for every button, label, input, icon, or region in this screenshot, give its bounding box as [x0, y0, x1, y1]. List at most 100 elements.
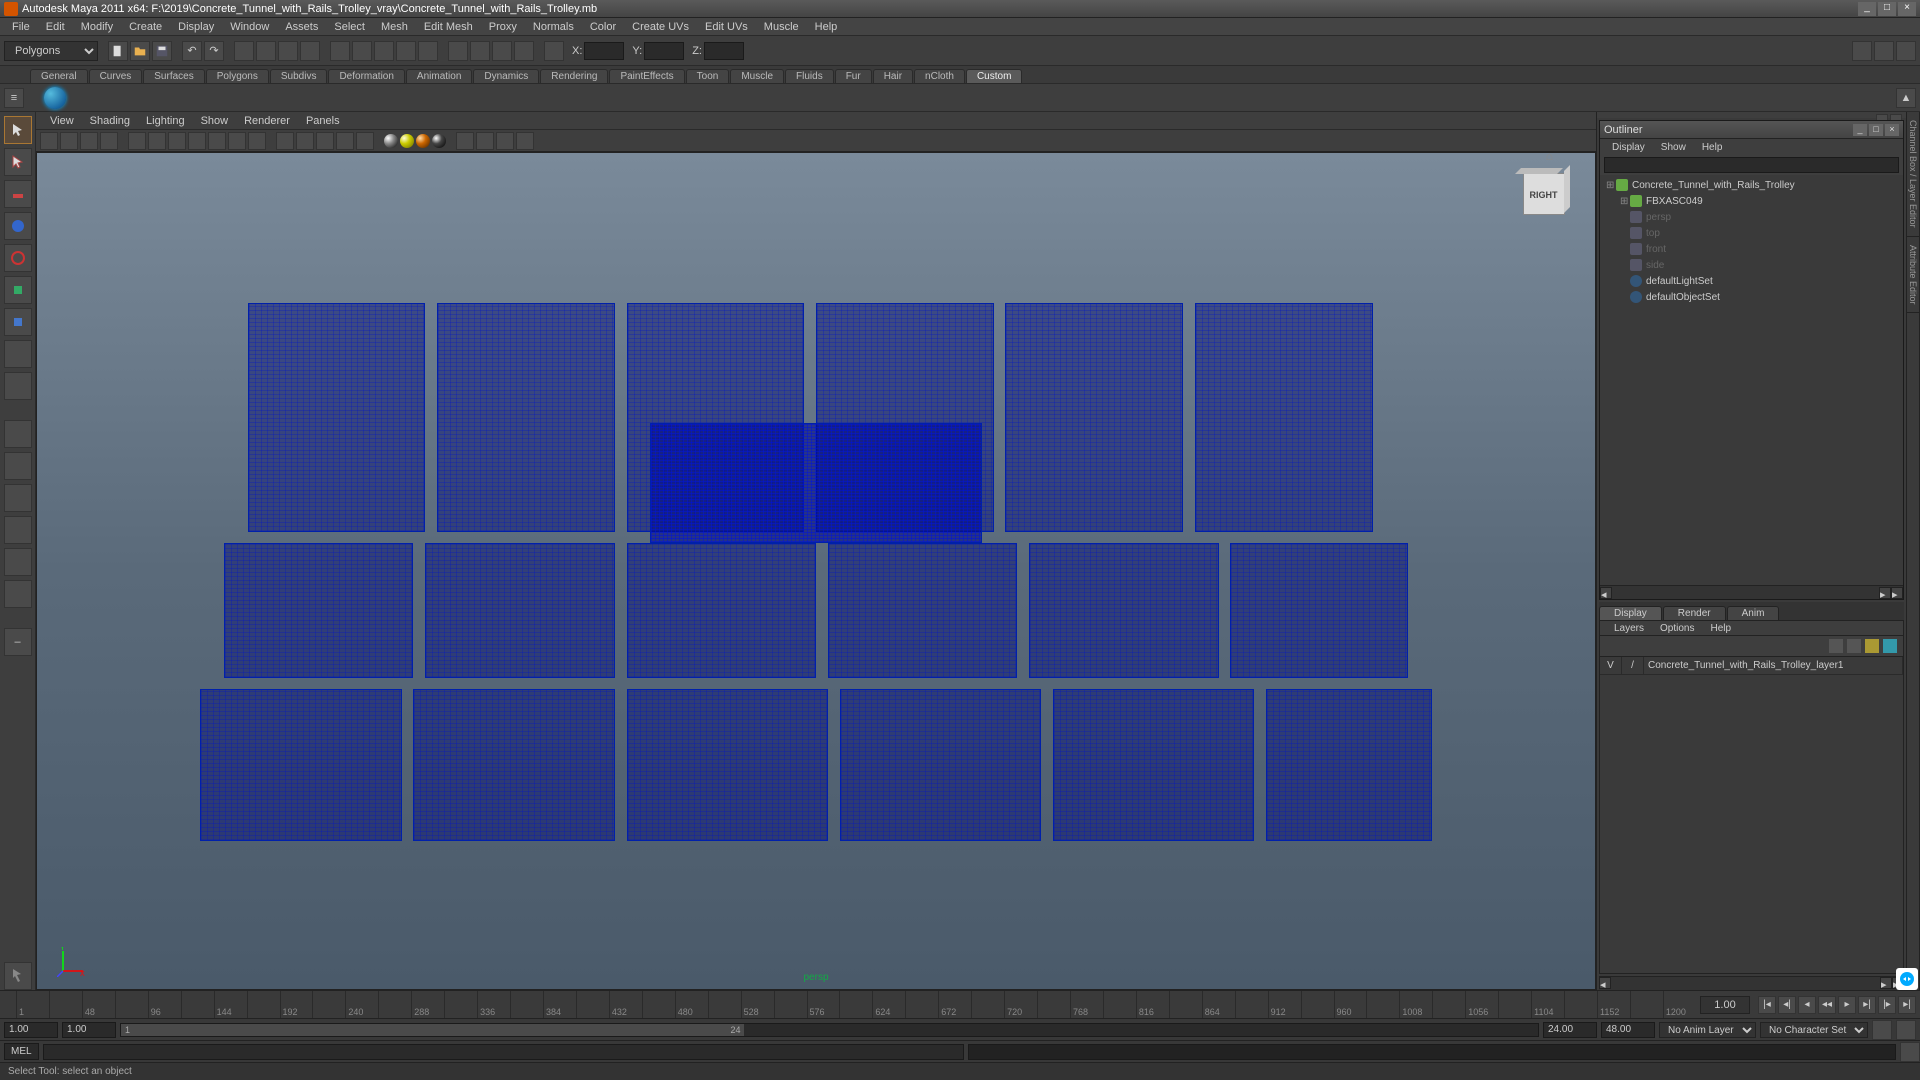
attribute-editor-tab[interactable]: Attribute Editor [1907, 237, 1919, 314]
shelf-tab-custom[interactable]: Custom [966, 69, 1022, 83]
expand-icon[interactable]: ⊞ [1606, 180, 1616, 191]
snap-live-button[interactable] [418, 41, 438, 61]
layer-menu-options[interactable]: Options [1652, 623, 1702, 634]
script-editor-button[interactable] [1900, 1042, 1920, 1062]
menu-create[interactable]: Create [121, 21, 170, 33]
snap-plane-button[interactable] [396, 41, 416, 61]
show-manip-tool[interactable] [4, 372, 32, 400]
menu-display[interactable]: Display [170, 21, 222, 33]
vt-expose[interactable] [516, 132, 534, 150]
shelf-tab-animation[interactable]: Animation [406, 69, 472, 83]
select-mask-button[interactable] [300, 41, 320, 61]
close-button[interactable]: × [1898, 2, 1916, 16]
playback-start-field[interactable] [62, 1022, 116, 1038]
redo-button[interactable]: ↷ [204, 41, 224, 61]
select-by-hierarchy-button[interactable] [234, 41, 254, 61]
shelf-tab-ncloth[interactable]: nCloth [914, 69, 965, 83]
layer-up-icon[interactable] [1865, 639, 1879, 653]
vt-bookmarks[interactable] [80, 132, 98, 150]
vt-gate-mask[interactable] [188, 132, 206, 150]
layer-down-icon[interactable] [1883, 639, 1897, 653]
lscroll-right[interactable]: ▸ [1880, 977, 1892, 989]
vt-use-all-lights[interactable] [336, 132, 354, 150]
z-field[interactable] [704, 42, 744, 60]
scroll-right-icon[interactable]: ▸ [1879, 587, 1891, 599]
outliner-node[interactable]: front [1602, 241, 1901, 257]
two-pane-side-layout[interactable] [4, 484, 32, 512]
shelf-tab-fur[interactable]: Fur [835, 69, 872, 83]
range-start-field[interactable] [4, 1022, 58, 1038]
expand-icon[interactable]: ⊞ [1620, 196, 1630, 207]
range-end-field[interactable] [1601, 1022, 1655, 1038]
shelf-tab-subdivs[interactable]: Subdivs [270, 69, 328, 83]
three-pane-layout[interactable] [4, 548, 32, 576]
time-slider[interactable]: 1489614419224028833638443248052857662467… [0, 990, 1920, 1018]
move-tool[interactable] [4, 212, 32, 240]
step-back-button[interactable]: ◂ [1798, 996, 1816, 1014]
layer-row[interactable]: V/Concrete_Tunnel_with_Rails_Trolley_lay… [1600, 657, 1903, 675]
select-by-object-button[interactable] [256, 41, 276, 61]
snap-curve-button[interactable] [352, 41, 372, 61]
sidebar-toggle-3[interactable] [1896, 41, 1916, 61]
sidebar-toggle-1[interactable] [1852, 41, 1872, 61]
playback-end-field[interactable] [1543, 1022, 1597, 1038]
prefs-button[interactable] [1896, 1020, 1916, 1040]
vt-light-default[interactable] [384, 134, 398, 148]
menu-edit-uvs[interactable]: Edit UVs [697, 21, 756, 33]
view-menu-lighting[interactable]: Lighting [138, 115, 193, 127]
layer-new-icon[interactable] [1829, 639, 1843, 653]
outliner-node[interactable]: side [1602, 257, 1901, 273]
undo-button[interactable]: ↶ [182, 41, 202, 61]
vt-resolution-gate[interactable] [168, 132, 186, 150]
shelf-tab-surfaces[interactable]: Surfaces [143, 69, 204, 83]
vt-isolate[interactable] [456, 132, 474, 150]
menu-muscle[interactable]: Muscle [756, 21, 807, 33]
outliner-tree[interactable]: ⊞Concrete_Tunnel_with_Rails_Trolley⊞FBXA… [1600, 175, 1903, 585]
layer-tab-anim[interactable]: Anim [1727, 606, 1780, 620]
lasso-tool[interactable] [4, 148, 32, 176]
x-field[interactable] [584, 42, 624, 60]
render-globals-button[interactable] [514, 41, 534, 61]
shelf-tab-general[interactable]: General [30, 69, 88, 83]
menu-edit-mesh[interactable]: Edit Mesh [416, 21, 481, 33]
vt-shadows[interactable] [356, 132, 374, 150]
view-menu-shading[interactable]: Shading [82, 115, 138, 127]
viewport[interactable]: ⌂ RIGHT Y X persp [36, 152, 1596, 990]
play-forward-button[interactable]: ▸ [1838, 996, 1856, 1014]
step-back-key-button[interactable]: ◂| [1778, 996, 1796, 1014]
menu-window[interactable]: Window [222, 21, 277, 33]
two-pane-stack-layout[interactable] [4, 516, 32, 544]
scroll-left-icon[interactable]: ◂ [1600, 587, 1612, 599]
maximize-button[interactable]: □ [1878, 2, 1896, 16]
shelf-tab-polygons[interactable]: Polygons [206, 69, 269, 83]
outliner-close[interactable]: × [1885, 124, 1899, 136]
menu-help[interactable]: Help [807, 21, 846, 33]
layer-visibility-toggle[interactable]: V [1600, 657, 1622, 674]
construction-history-button[interactable] [448, 41, 468, 61]
layer-display-type[interactable]: / [1622, 657, 1644, 674]
menu-select[interactable]: Select [326, 21, 373, 33]
menu-mesh[interactable]: Mesh [373, 21, 416, 33]
persp-outliner-layout[interactable] [4, 580, 32, 608]
outliner-node[interactable]: persp [1602, 209, 1901, 225]
shelf-tab-hair[interactable]: Hair [873, 69, 913, 83]
vt-xray-joints[interactable] [496, 132, 514, 150]
menu-proxy[interactable]: Proxy [481, 21, 525, 33]
channel-box-tab[interactable]: Channel Box / Layer Editor [1907, 112, 1919, 237]
y-field[interactable] [644, 42, 684, 60]
go-start-button[interactable]: |◂ [1758, 996, 1776, 1014]
shelf-tab-toon[interactable]: Toon [686, 69, 730, 83]
viewcube[interactable]: ⌂ RIGHT [1516, 165, 1571, 225]
vt-image-plane[interactable] [100, 132, 118, 150]
vt-select-camera[interactable] [40, 132, 58, 150]
shelf-scroll-up[interactable]: ▲ [1896, 88, 1916, 108]
vt-smooth-shade[interactable] [296, 132, 314, 150]
scale-tool[interactable] [4, 276, 32, 304]
menu-assets[interactable]: Assets [277, 21, 326, 33]
range-bar[interactable]: 1 24 [120, 1023, 1539, 1037]
vt-field-chart[interactable] [208, 132, 226, 150]
script-lang-button[interactable]: MEL [4, 1043, 39, 1060]
layer-hscroll[interactable]: ◂ ▸ ▸ [1599, 976, 1904, 990]
layer-list[interactable]: V/Concrete_Tunnel_with_Rails_Trolley_lay… [1599, 656, 1904, 974]
home-icon[interactable]: ⌂ [1546, 152, 1553, 163]
